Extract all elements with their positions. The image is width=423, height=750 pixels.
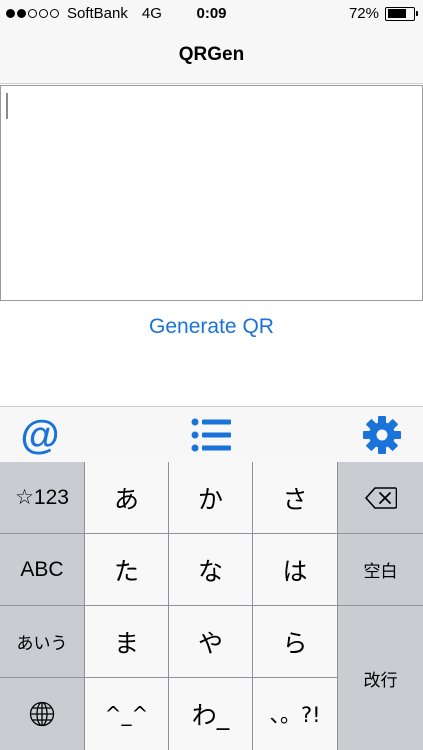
- key-ya-row[interactable]: や: [169, 606, 253, 678]
- return-key[interactable]: 改行: [338, 606, 423, 750]
- key-kana-mode[interactable]: あいう: [0, 606, 85, 678]
- key-ra-row[interactable]: ら: [253, 606, 338, 678]
- status-bar: SoftBank 4G 0:09 72%: [0, 0, 423, 28]
- key-ha-row[interactable]: は: [253, 534, 338, 606]
- at-symbol-button[interactable]: @: [17, 413, 63, 457]
- key-sa-row[interactable]: さ: [253, 462, 338, 534]
- key-emoticon[interactable]: ^_^: [85, 678, 169, 750]
- settings-button[interactable]: [359, 413, 405, 457]
- space-key[interactable]: 空白: [338, 534, 423, 606]
- status-right: 72%: [348, 5, 418, 22]
- key-ma-row[interactable]: ま: [85, 606, 169, 678]
- key-punctuation[interactable]: 、。?!: [253, 678, 338, 750]
- key-wa-row[interactable]: わ_: [169, 678, 253, 750]
- generate-qr-button[interactable]: Generate QR: [0, 315, 423, 339]
- list-icon: [191, 418, 231, 452]
- at-icon: @: [20, 413, 60, 457]
- key-na-row[interactable]: な: [169, 534, 253, 606]
- globe-key[interactable]: [0, 678, 85, 750]
- key-a-row[interactable]: あ: [85, 462, 169, 534]
- list-button[interactable]: [188, 413, 234, 457]
- battery-percent: 72%: [348, 5, 379, 22]
- qr-text-input[interactable]: [0, 85, 423, 301]
- backspace-icon: [364, 486, 397, 509]
- key-numbers-symbols[interactable]: ☆123: [0, 462, 85, 534]
- battery-icon: [385, 6, 418, 21]
- kana-keyboard: ☆123 あ か さ ABC た な は 空白 あいう ま や ら 改行 ^_^…: [0, 462, 423, 750]
- battery-tip: [415, 10, 418, 16]
- key-ta-row[interactable]: た: [85, 534, 169, 606]
- input-accessory-toolbar: @: [0, 406, 423, 462]
- delete-key[interactable]: [338, 462, 423, 534]
- page-title: QRGen: [178, 44, 245, 65]
- globe-icon: [29, 701, 55, 727]
- key-ka-row[interactable]: か: [169, 462, 253, 534]
- text-cursor: [6, 93, 8, 119]
- navigation-bar: QRGen: [0, 28, 423, 84]
- gear-icon: [363, 416, 401, 454]
- battery-fill: [387, 9, 406, 18]
- key-abc[interactable]: ABC: [0, 534, 85, 606]
